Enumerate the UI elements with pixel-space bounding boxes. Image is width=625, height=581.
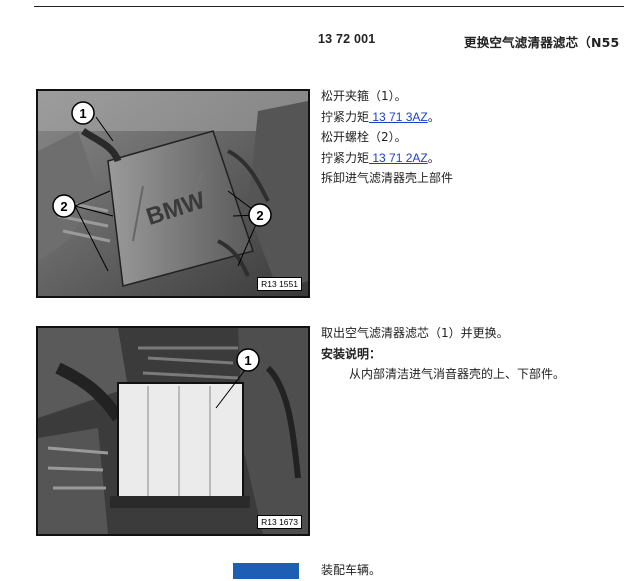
punct: 。 [427, 109, 440, 124]
figure-ref: R13 1673 [257, 515, 302, 529]
step-release-clamp: 松开夹箍（1）。 [321, 89, 407, 103]
callout-2-left-label: 2 [60, 199, 67, 214]
footer-blue-block [233, 563, 299, 579]
steps-block-2: 取出空气滤清器滤芯（1）并更换。 安装说明： 从内部清洁进气消音器壳的上、下部件… [321, 323, 565, 385]
step-remove-upper-housing: 拆卸进气滤清器壳上部件 [321, 171, 454, 185]
step-release-bolts: 松开螺栓（2）。 [321, 130, 407, 144]
engine-cover-illustration: BMW 1 2 2 [38, 91, 308, 296]
punct: 。 [427, 150, 440, 165]
torque-label: 拧紧力矩 [321, 109, 370, 124]
top-rule [34, 6, 624, 7]
step-replace-filter: 取出空气滤清器滤芯（1）并更换。 [321, 326, 509, 340]
torque-line-1: 拧紧力矩 13 71 3AZ。 [321, 107, 453, 128]
callout-1-label: 1 [79, 106, 86, 121]
torque-link-13712az[interactable]: 13 71 2AZ [369, 151, 427, 165]
steps-block-1: 松开夹箍（1）。 拧紧力矩 13 71 3AZ。 松开螺栓（2）。 拧紧力矩 1… [321, 86, 453, 189]
install-heading: 安装说明： [321, 346, 382, 361]
figure-ref: R13 1551 [257, 277, 302, 291]
torque-label: 拧紧力矩 [321, 150, 370, 165]
install-instruction: 从内部清洁进气消音器壳的上、下部件。 [349, 367, 566, 381]
footer-text: 装配车辆。 [321, 563, 382, 577]
torque-link-13713az[interactable]: 13 71 3AZ [369, 110, 427, 124]
air-filter-photo: 1 R13 1673 [36, 326, 310, 536]
torque-line-2: 拧紧力矩 13 71 2AZ。 [321, 148, 453, 169]
callout-1-label: 1 [244, 353, 251, 368]
doc-number: 13 72 001 [318, 32, 376, 46]
page-title: 更换空气滤清器滤芯（N55 [464, 35, 620, 50]
engine-cover-photo: BMW 1 2 2 R13 1551 [36, 89, 310, 298]
callout-2-right-label: 2 [256, 208, 263, 223]
air-filter-illustration: 1 [38, 328, 308, 534]
